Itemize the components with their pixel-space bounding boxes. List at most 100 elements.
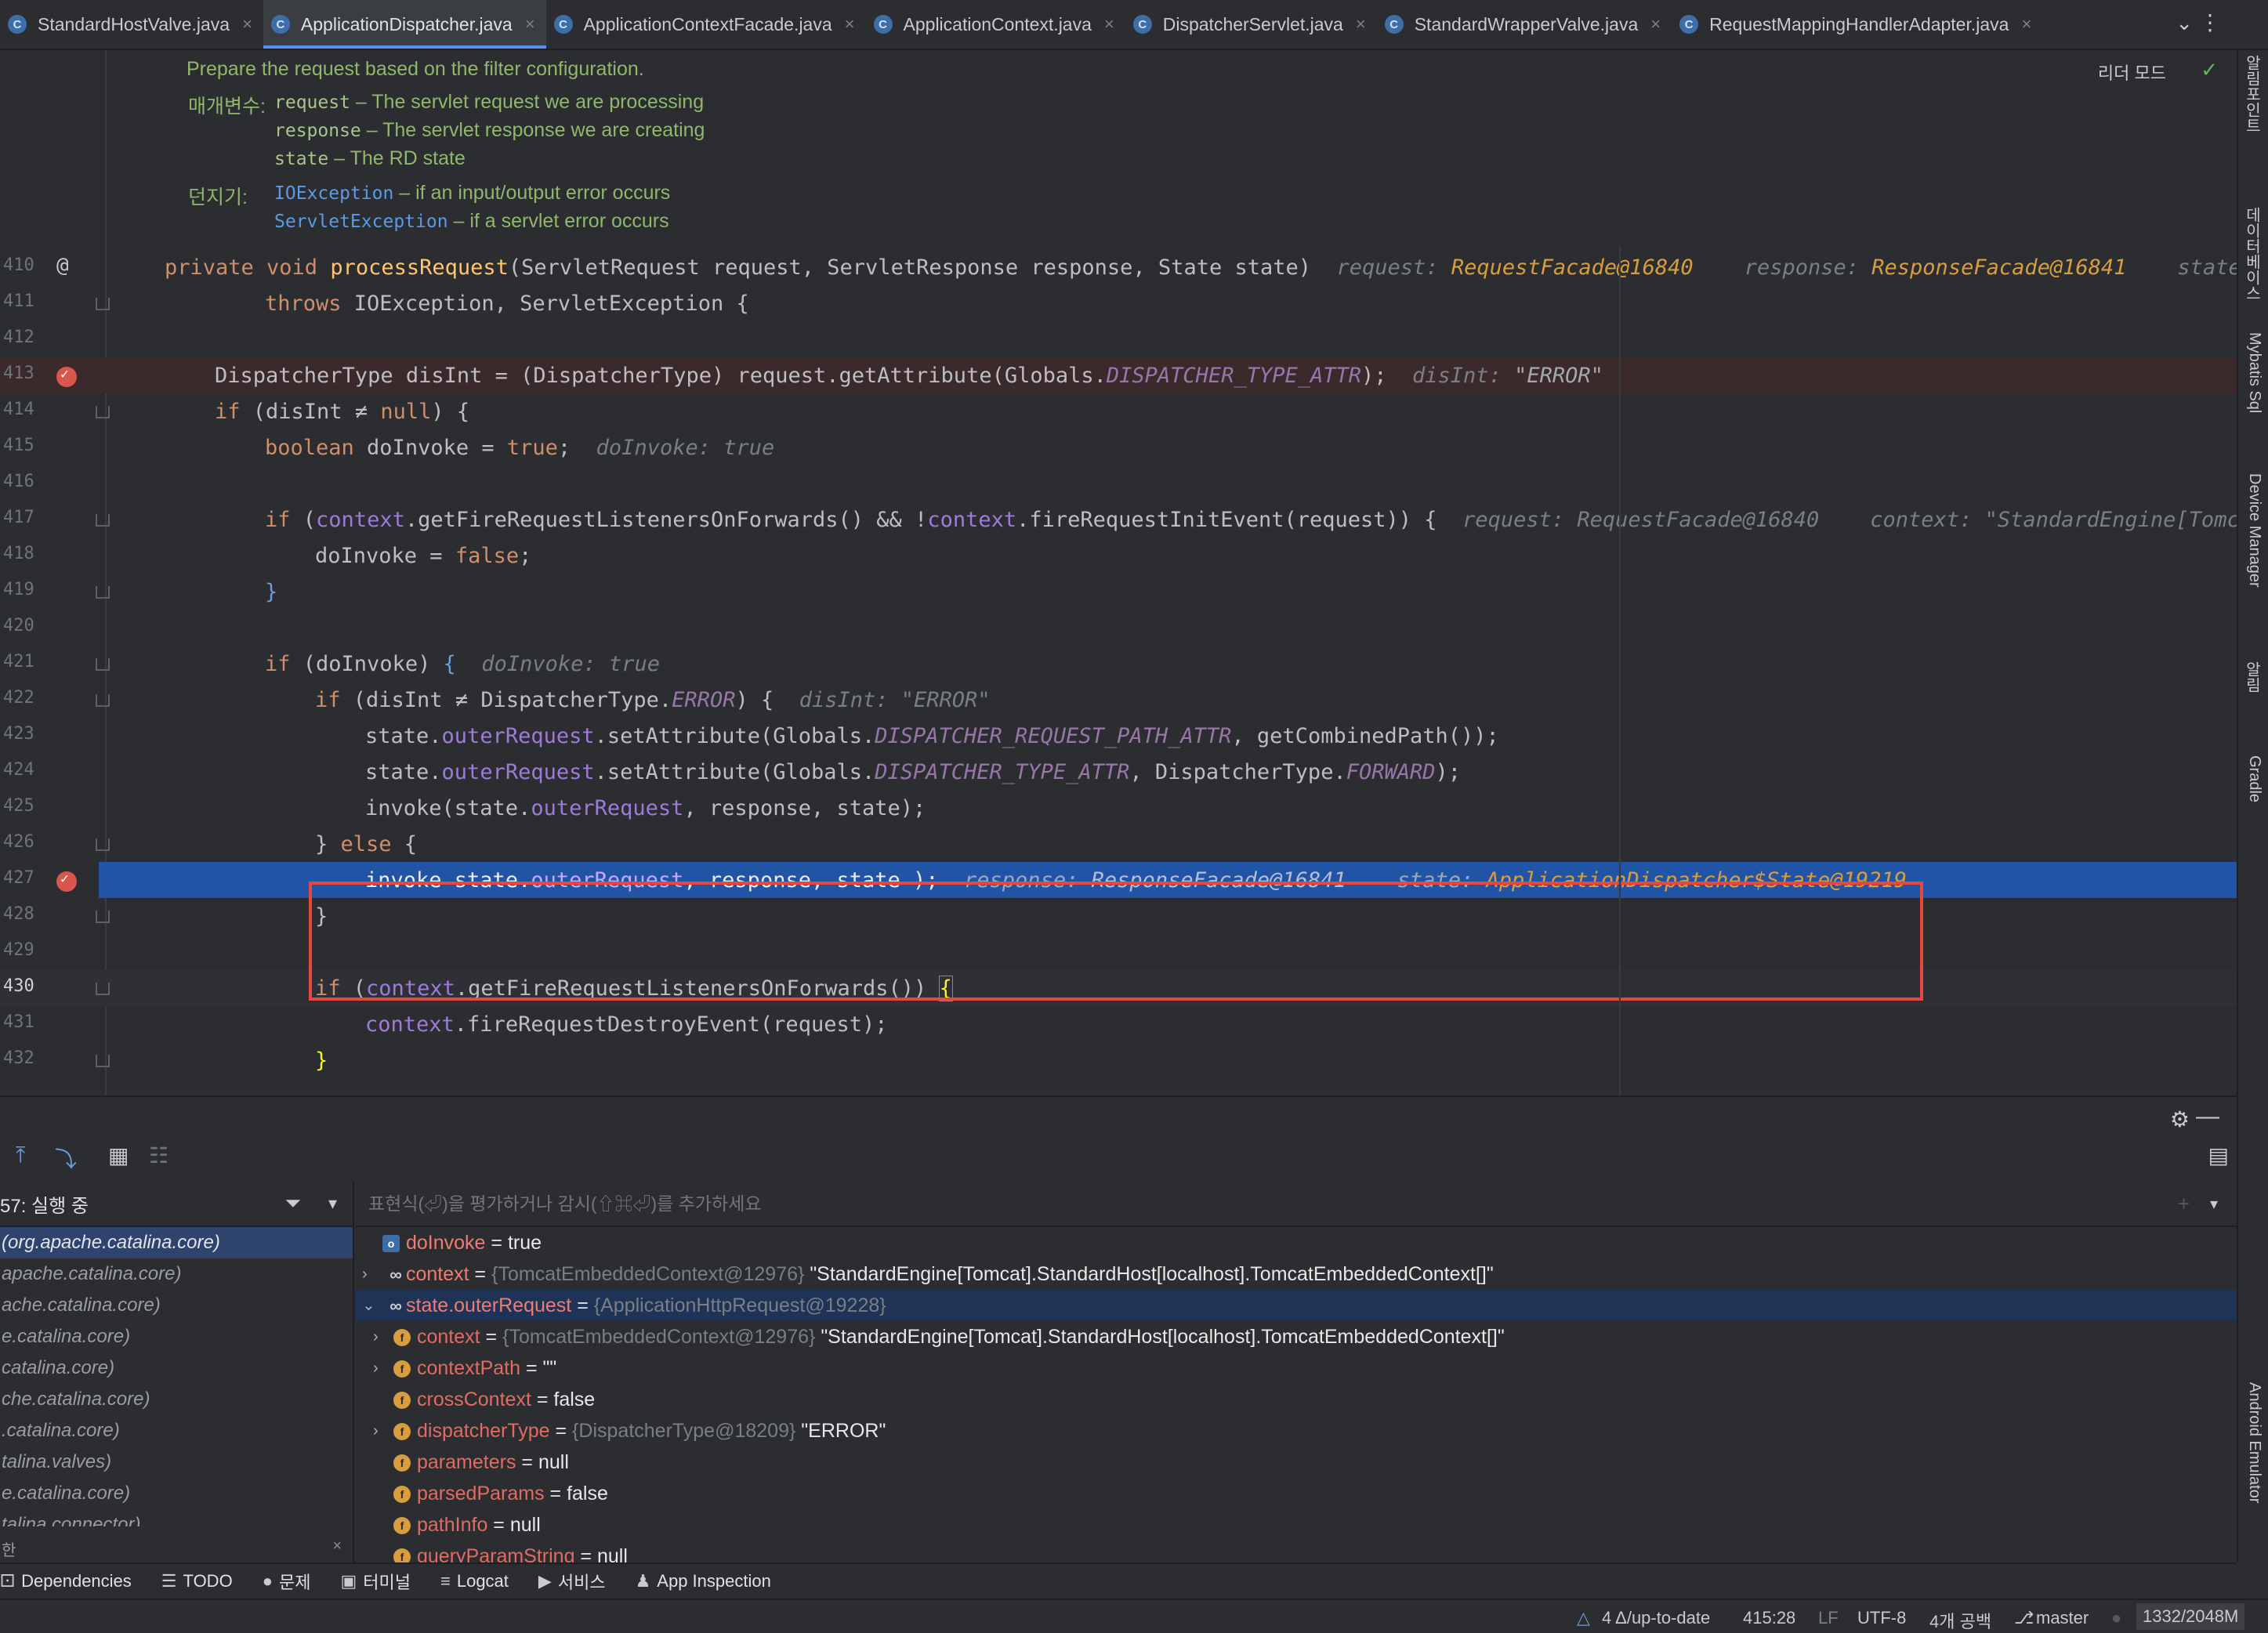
variable-row[interactable]: o doInvoke = true xyxy=(356,1227,2237,1258)
fold-marker-icon[interactable] xyxy=(96,838,110,851)
fold-marker-icon[interactable] xyxy=(96,586,110,599)
close-icon[interactable]: × xyxy=(332,1537,342,1555)
tab-applicationcontextfacade[interactable]: C ApplicationContextFacade.java × xyxy=(546,0,866,49)
fold-marker-icon[interactable] xyxy=(96,983,110,995)
reader-mode-toggle[interactable]: 리더 모드 xyxy=(2098,60,2166,85)
close-icon[interactable]: × xyxy=(1356,14,1366,34)
fold-marker-icon[interactable] xyxy=(96,694,110,707)
vcs-warning-icon[interactable]: △ xyxy=(1577,1608,1590,1628)
tool-terminal[interactable]: ▣ 터미널 xyxy=(340,1569,411,1594)
tool-todo[interactable]: ☰ TODO xyxy=(161,1571,233,1591)
fold-marker-icon[interactable] xyxy=(96,911,110,923)
add-watch-icon[interactable]: + xyxy=(2178,1192,2190,1216)
tool-app-inspection[interactable]: ♟ App Inspection xyxy=(636,1571,771,1591)
close-icon[interactable]: × xyxy=(1650,14,1661,34)
tab-requestmappinghandleradapter[interactable]: C RequestMappingHandlerAdapter.java × xyxy=(1672,0,2042,49)
chevron-down-icon[interactable]: ▾ xyxy=(328,1193,337,1214)
chevron-right-icon[interactable]: › xyxy=(373,1352,379,1384)
inspection-ok-icon[interactable]: ✓ xyxy=(2201,58,2218,82)
frame-item[interactable]: e.catalina.core) xyxy=(0,1478,353,1509)
variable-row[interactable]: f queryParamString = null xyxy=(356,1541,2237,1564)
tool-window-device-manager[interactable]: Device Manager xyxy=(2245,473,2263,588)
minimize-icon[interactable]: — xyxy=(2196,1103,2219,1130)
close-icon[interactable]: × xyxy=(2021,14,2031,34)
gear-icon[interactable]: ⚙ xyxy=(2170,1106,2190,1132)
watch-expression-input[interactable] xyxy=(368,1193,1309,1215)
chevron-down-icon[interactable]: ⌄ xyxy=(2176,11,2193,35)
line-separator[interactable]: LF xyxy=(1818,1608,1839,1628)
fold-marker-icon[interactable] xyxy=(96,514,110,527)
breakpoint-icon[interactable] xyxy=(56,366,77,387)
frame-item[interactable]: .catalina.core) xyxy=(0,1415,353,1447)
chevron-right-icon[interactable]: › xyxy=(373,1321,379,1352)
variable-name: parameters xyxy=(417,1451,516,1473)
field-icon: f xyxy=(393,1486,411,1503)
tool-window-notifications[interactable]: 알림포인트 xyxy=(2241,55,2263,133)
tool-window-database[interactable]: 데이터베이스 xyxy=(2241,207,2263,301)
line-number: 424 xyxy=(3,760,34,780)
layout-icon[interactable]: ▤ xyxy=(2208,1142,2229,1168)
variable-row[interactable]: f crossContext = false xyxy=(356,1384,2237,1415)
variable-text: contextPath = "" xyxy=(417,1352,556,1384)
chevron-down-icon[interactable]: ⌄ xyxy=(362,1290,375,1321)
frame-item[interactable]: (org.apache.catalina.core) xyxy=(0,1227,353,1258)
close-icon[interactable]: × xyxy=(525,14,535,34)
tab-applicationcontext[interactable]: C ApplicationContext.java × xyxy=(866,0,1125,49)
fold-marker-icon[interactable] xyxy=(96,658,110,671)
tab-standardwrappervalve[interactable]: C StandardWrapperValve.java × xyxy=(1377,0,1672,49)
tool-window-alerts[interactable]: 알림 xyxy=(2241,661,2263,693)
close-icon[interactable]: × xyxy=(845,14,855,34)
tool-window-android-emulator[interactable]: Android Emulator xyxy=(2245,1382,2263,1504)
variable-row[interactable]: › f context = {TomcatEmbeddedContext@12976… xyxy=(356,1321,2237,1352)
tab-applicationdispatcher[interactable]: C ApplicationDispatcher.java × xyxy=(263,0,546,49)
more-vertical-icon[interactable]: ⋮ xyxy=(2199,9,2221,35)
code-editor[interactable]: Prepare the request based on the filter … xyxy=(0,50,2237,1095)
vcs-status[interactable]: 4 Δ/up-to-date xyxy=(1602,1608,1710,1628)
indent-setting[interactable]: 4개 공백 xyxy=(1929,1608,1991,1633)
variable-row[interactable]: f parameters = null xyxy=(356,1447,2237,1478)
tool-problems[interactable]: ● 문제 xyxy=(263,1569,311,1594)
filter-icon[interactable]: ⏷ xyxy=(284,1191,301,1216)
variable-row[interactable]: › f contextPath = "" xyxy=(356,1352,2237,1384)
tool-services[interactable]: ▶ 서비스 xyxy=(538,1569,606,1594)
fold-marker-icon[interactable] xyxy=(96,406,110,418)
tab-standardhostvalve[interactable]: C StandardHostValve.java × xyxy=(0,0,263,49)
file-encoding[interactable]: UTF-8 xyxy=(1857,1608,1906,1628)
tab-dispatcherservlet[interactable]: C DispatcherServlet.java × xyxy=(1125,0,1377,49)
tool-window-mybatis-sql[interactable]: Mybatis Sql xyxy=(2245,332,2263,413)
close-icon[interactable]: × xyxy=(1104,14,1114,34)
variable-row[interactable]: › f dispatcherType = {DispatcherType@18209… xyxy=(356,1415,2237,1447)
frame-item[interactable]: e.catalina.core) xyxy=(0,1321,353,1352)
variable-row[interactable]: ⌄ ∞ state.outerRequest = {ApplicationHttpR… xyxy=(356,1290,2237,1321)
tool-logcat[interactable]: ≡ Logcat xyxy=(440,1571,509,1591)
step-out-icon[interactable]: ⤒ xyxy=(16,1142,25,1168)
breakpoint-icon[interactable] xyxy=(56,871,77,892)
chevron-right-icon[interactable]: › xyxy=(362,1258,368,1290)
thread-status[interactable]: 57: 실행 중 xyxy=(0,1190,89,1218)
variable-row[interactable]: f pathInfo = null xyxy=(356,1509,2237,1541)
memory-indicator[interactable]: 1332/2048M xyxy=(2136,1603,2245,1630)
frame-item[interactable]: talina.valves) xyxy=(0,1447,353,1478)
chevron-right-icon[interactable]: › xyxy=(373,1415,379,1447)
variable-row[interactable]: f parsedParams = false xyxy=(356,1478,2237,1509)
frame-item[interactable]: apache.catalina.core) xyxy=(0,1258,353,1290)
frame-item[interactable]: talina.connector) xyxy=(0,1509,353,1526)
tool-dependencies[interactable]: ⚀ Dependencies xyxy=(0,1571,132,1591)
fold-marker-icon[interactable] xyxy=(96,298,110,310)
frame-item[interactable]: che.catalina.core) xyxy=(0,1384,353,1415)
fold-marker-icon[interactable] xyxy=(96,1055,110,1067)
frames-list: 57: 실행 중 ⏷ ▾ (org.apache.catalina.core) … xyxy=(0,1182,354,1564)
variable-row[interactable]: › ∞ context = {TomcatEmbeddedContext@12976… xyxy=(356,1258,2237,1290)
run-to-cursor-icon[interactable]: ⤵ xyxy=(55,1142,77,1174)
annotation-icon[interactable]: @ xyxy=(56,254,69,277)
lock-icon[interactable]: ● xyxy=(2111,1608,2121,1628)
caret-position[interactable]: 415:28 xyxy=(1743,1608,1795,1628)
close-icon[interactable]: × xyxy=(242,14,252,34)
tool-window-gradle[interactable]: Gradle xyxy=(2245,755,2263,802)
frame-item[interactable]: ache.catalina.core) xyxy=(0,1290,353,1321)
frame-item[interactable]: catalina.core) xyxy=(0,1352,353,1384)
evaluate-table-icon[interactable]: ▦ xyxy=(108,1142,129,1168)
chevron-down-icon[interactable]: ▾ xyxy=(2210,1194,2218,1214)
trace-icon[interactable]: ☷ xyxy=(149,1142,168,1168)
git-branch[interactable]: master xyxy=(2036,1608,2089,1628)
